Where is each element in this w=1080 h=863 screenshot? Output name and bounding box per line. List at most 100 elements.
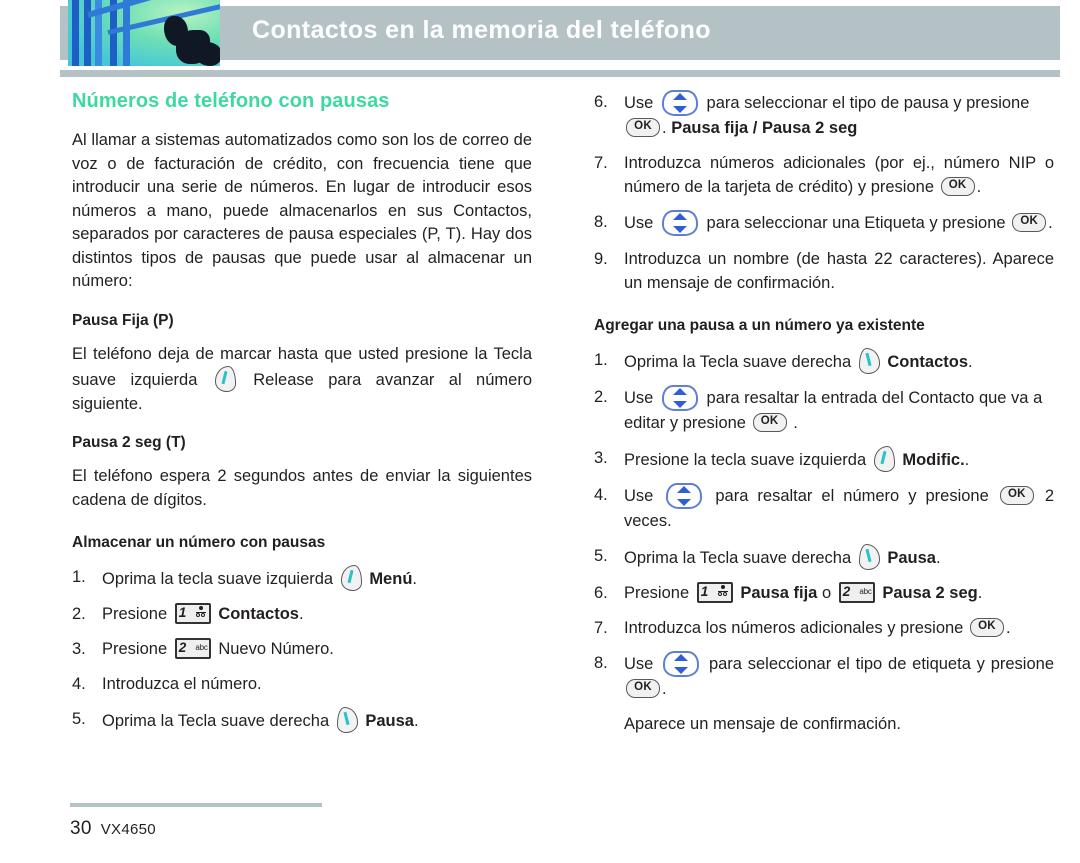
step-text: Presione: [102, 605, 168, 623]
list-item: 8. Use para seleccionar una Etiqueta y p…: [594, 210, 1054, 236]
step-text: Introduzca los números adicionales y pre…: [624, 619, 964, 637]
step-text: Presione: [102, 640, 168, 658]
ok-key-label: OK: [634, 681, 652, 693]
step-punct: .: [793, 414, 798, 432]
list-item: 3. Presione la tecla suave izquierda Mod…: [594, 446, 1054, 472]
step-emphasis: Pausa: [365, 712, 414, 730]
step-number: 7.: [594, 154, 608, 172]
ok-key-label: OK: [1007, 488, 1026, 500]
step-emphasis: Pausa fija: [740, 584, 818, 602]
right-softkey-icon: [858, 544, 880, 570]
step-text: Introduzca números adicionales (por ej.,…: [624, 154, 1054, 196]
step-emphasis: Modific.: [902, 451, 965, 469]
nav-updown-icon: [661, 210, 698, 236]
step-punct: .: [329, 640, 334, 658]
step-punct: .: [968, 353, 973, 371]
step-text: Use: [624, 214, 654, 232]
almacenar-steps-list: 1. Oprima la tecla suave izquierda Menú.…: [72, 565, 532, 733]
step-text: Oprima la Tecla suave derecha: [624, 353, 852, 371]
step-text: Introduzca el número.: [102, 675, 262, 693]
right-column: 6. Use para seleccionar el tipo de pausa…: [594, 90, 1054, 747]
step-text: Presione: [624, 584, 690, 602]
list-item: 5. Oprima la Tecla suave derecha Pausa.: [72, 707, 532, 733]
step-text: para seleccionar el tipo de pausa y pres…: [706, 94, 1030, 112]
subheading-agregar: Agregar una pausa a un número ya existen…: [594, 317, 925, 334]
section-title: Números de teléfono con pausas: [72, 90, 390, 112]
page-number: 30: [70, 818, 92, 839]
list-item: 8. Use para seleccionar el tipo de etiqu…: [594, 651, 1054, 701]
intro-paragraph: Al llamar a sistemas automatizados como …: [72, 131, 532, 290]
step-punct: .: [412, 570, 417, 588]
step-emphasis: Pausa 2 seg: [882, 584, 978, 602]
continued-steps-list: 6. Use para seleccionar el tipo de pausa…: [594, 90, 1054, 295]
key-letters: abc: [195, 643, 208, 652]
step-text: para seleccionar una Etiqueta y presione: [706, 214, 1006, 232]
ok-key-icon: OK: [1012, 213, 1047, 232]
step-number: 4.: [72, 675, 86, 693]
step-text: o: [821, 584, 832, 602]
left-softkey-icon: [340, 565, 362, 591]
list-item: 1. Oprima la tecla suave izquierda Menú.: [72, 565, 532, 591]
step-text: Oprima la Tecla suave derecha: [102, 712, 330, 730]
list-item: 2. Use para resaltar la entrada del Cont…: [594, 385, 1054, 435]
step-number: 4.: [594, 486, 608, 504]
list-item: 5. Oprima la Tecla suave derecha Pausa.: [594, 544, 1054, 570]
step-number: 5.: [594, 547, 608, 565]
voicemail-glyph: [195, 606, 207, 620]
key-1-voicemail-icon: 1: [696, 582, 733, 603]
ok-key-label: OK: [1020, 215, 1038, 227]
step-text: Oprima la Tecla suave derecha: [624, 549, 852, 567]
step-punct: .: [298, 605, 304, 623]
step-number: 8.: [594, 654, 608, 672]
key-letters: abc: [859, 587, 872, 596]
right-softkey-icon: [336, 707, 358, 733]
step-number: 2.: [594, 388, 608, 406]
key-2-abc-icon: 2 abc: [174, 638, 211, 659]
step-text: Presione la tecla suave izquierda: [624, 451, 867, 469]
step-punct: .: [1005, 619, 1011, 637]
list-item: 9. Introduzca un nombre (de hasta 22 car…: [594, 247, 1054, 295]
step-text: para seleccionar el tipo de etiqueta y p…: [708, 655, 1054, 673]
ok-key-icon: OK: [969, 618, 1004, 637]
step-number: 3.: [72, 640, 86, 658]
list-item: 7. Introduzca números adicionales (por e…: [594, 151, 1054, 199]
step-emphasis: Menú: [369, 570, 413, 588]
key-digit: 1: [700, 584, 709, 599]
header-decorative-photo: [68, 0, 220, 66]
voicemail-glyph: [717, 585, 729, 599]
step-punct: .: [662, 119, 667, 137]
list-item: 4. Introduzca el número.: [72, 672, 532, 696]
nav-updown-icon: [663, 651, 700, 677]
nav-updown-icon: [666, 483, 703, 509]
step-punct: .: [964, 451, 970, 469]
list-item: 2. Presione 1 Contactos.: [72, 602, 532, 626]
key-digit: 2: [178, 640, 187, 655]
step-punct: .: [976, 178, 982, 196]
step-punct: .: [662, 680, 667, 698]
step-plain: Nuevo Número: [218, 640, 330, 658]
subheading-pausa-2seg: Pausa 2 seg (T): [72, 434, 186, 451]
step-emphasis: Contactos: [887, 353, 969, 371]
list-item: 1. Oprima la Tecla suave derecha Contact…: [594, 348, 1054, 374]
device-model: VX4650: [100, 821, 156, 838]
step-number: 2.: [72, 605, 86, 623]
right-softkey-icon: [858, 348, 880, 374]
step-text: para resaltar el número y presione: [715, 487, 989, 505]
ok-key-label: OK: [634, 120, 652, 132]
step-emphasis: Contactos: [218, 605, 299, 623]
nav-updown-icon: [661, 385, 698, 411]
list-item: 6. Presione 1 Pausa fija o 2 abc Pausa 2…: [594, 581, 1054, 605]
step-number: 6.: [594, 584, 608, 602]
key-2-abc-icon: 2 abc: [838, 582, 875, 603]
step-text: Oprima la tecla suave izquierda: [102, 570, 334, 588]
ok-key-label: OK: [978, 620, 996, 632]
footer-divider: [70, 803, 322, 807]
ok-key-icon: OK: [752, 413, 787, 432]
step-punct: .: [1048, 214, 1053, 232]
step-number: 5.: [72, 710, 86, 728]
ok-key-icon: OK: [940, 177, 975, 196]
page-title: Contactos en la memoria del teléfono: [252, 16, 711, 44]
step-text: Introduzca un nombre (de hasta 22 caract…: [624, 250, 1054, 292]
step-text: Use: [624, 389, 654, 407]
agregar-steps-list: 1. Oprima la Tecla suave derecha Contact…: [594, 348, 1054, 736]
